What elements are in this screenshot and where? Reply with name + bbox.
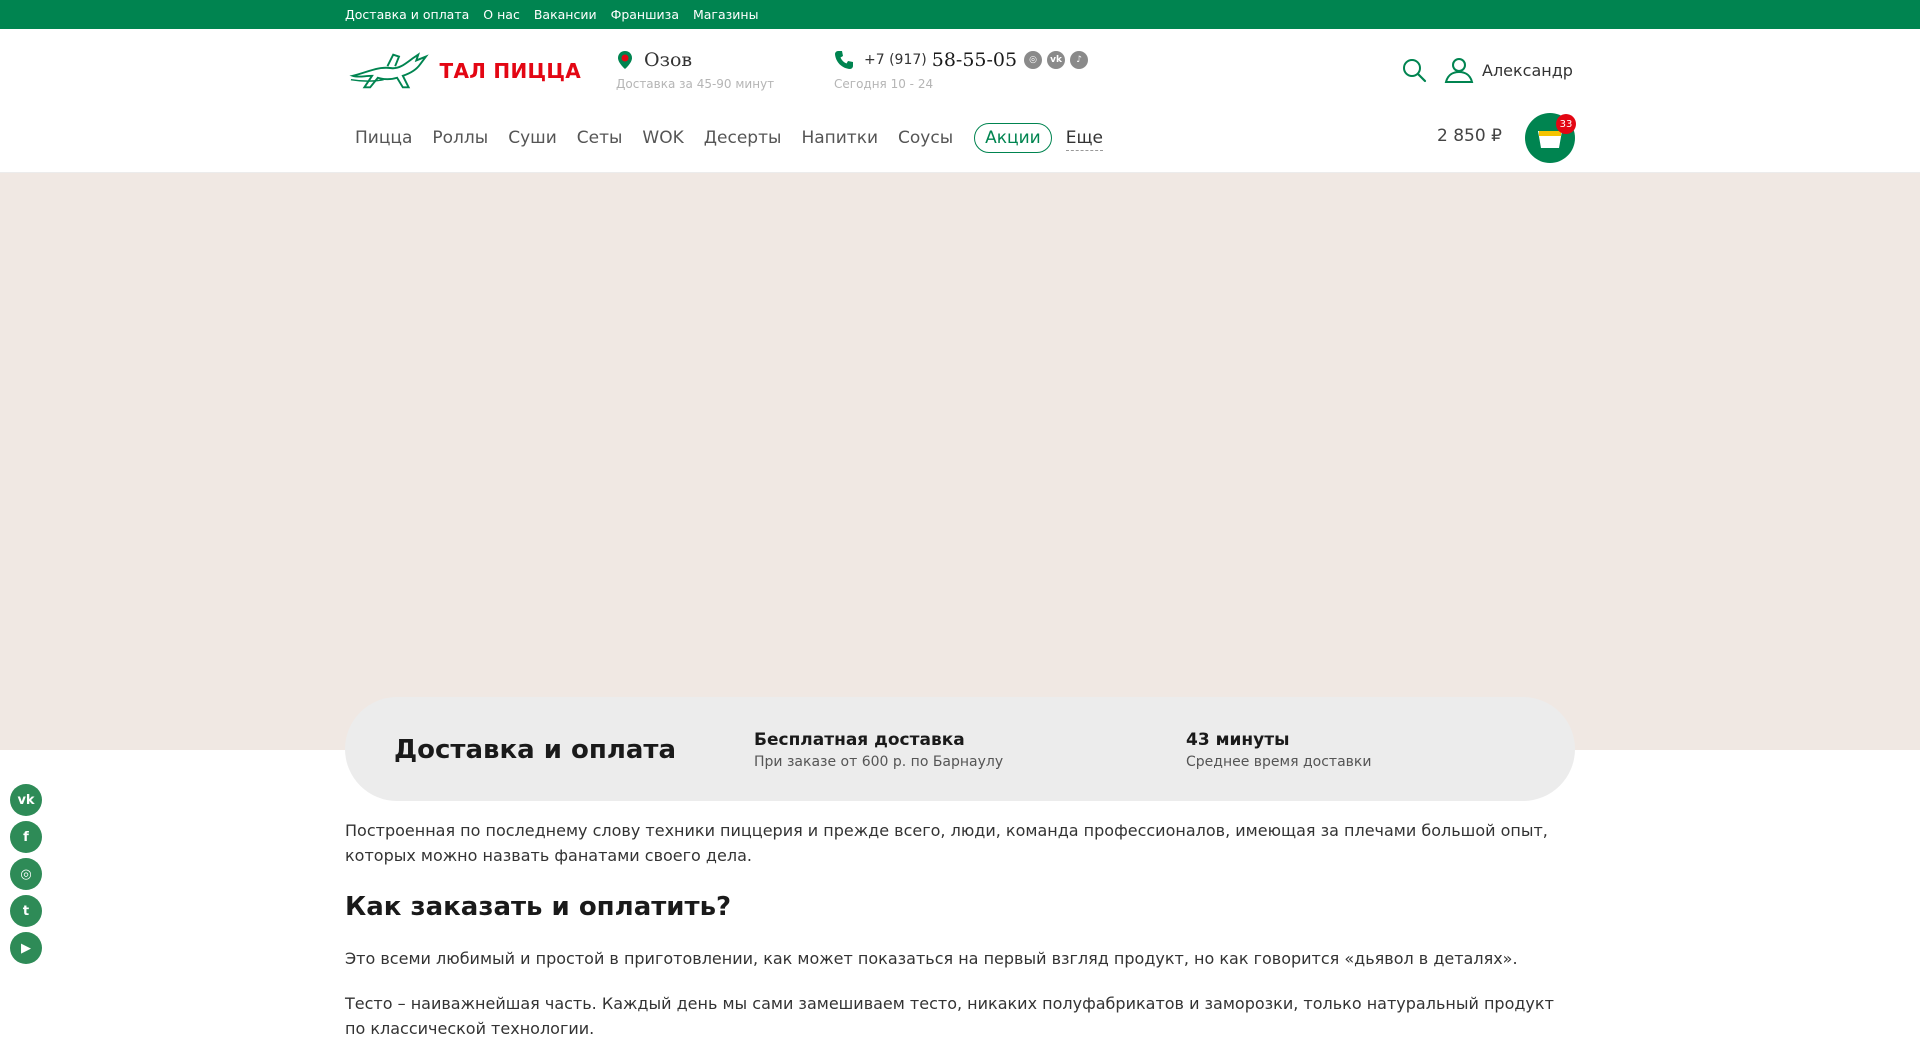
- top-link-franchise[interactable]: Франшиза: [611, 7, 679, 22]
- nav-item-desserts[interactable]: Десерты: [694, 122, 792, 154]
- city-name: Озов: [644, 49, 693, 71]
- page-content: Построенная по последнему слову техники …: [345, 818, 1575, 1061]
- free-delivery-block: Бесплатная доставка При заказе от 600 р.…: [754, 730, 1003, 770]
- nav-item-sushi[interactable]: Суши: [498, 122, 567, 154]
- floating-social-bar: vk f ◎ t ▶: [10, 784, 42, 969]
- twitter-icon[interactable]: t: [10, 895, 42, 927]
- nav-item-more[interactable]: Еще: [1056, 122, 1113, 154]
- vk-icon[interactable]: vk: [1047, 51, 1066, 69]
- delivery-time-heading: 43 минуты: [1186, 730, 1290, 750]
- top-link-stores[interactable]: Магазины: [693, 7, 759, 22]
- nav-item-sets[interactable]: Сеты: [567, 122, 633, 154]
- phone-icon: [835, 51, 853, 69]
- top-link-delivery[interactable]: Доставка и оплата: [345, 7, 469, 22]
- delivery-time-note: Доставка за 45-90 минут: [616, 77, 775, 91]
- nav-more-label: Еще: [1065, 128, 1103, 151]
- paragraph-2: Тесто – наиважнейшая часть. Каждый день …: [345, 994, 1554, 1038]
- cart-button[interactable]: 33: [1525, 113, 1576, 163]
- hero-banner: [0, 173, 1920, 750]
- nav-item-wok[interactable]: WOK: [632, 122, 693, 154]
- location-pin-icon: [618, 51, 632, 69]
- working-hours: Сегодня 10 - 24: [834, 77, 934, 91]
- intro-paragraph: Построенная по последнему слову техники …: [345, 821, 1548, 865]
- nav-item-promo[interactable]: Акции: [974, 123, 1052, 153]
- nav-item-sauces[interactable]: Соусы: [888, 122, 963, 154]
- search-button[interactable]: [1401, 57, 1427, 83]
- free-delivery-note: При заказе от 600 р. по Барнаулу: [754, 754, 1004, 770]
- delivery-info-card: Доставка и оплата Бесплатная доставка Пр…: [345, 697, 1575, 801]
- nav-item-rolls[interactable]: Роллы: [422, 122, 498, 154]
- top-bar: Доставка и оплата О нас Вакансии Франшиз…: [0, 0, 1920, 29]
- horse-rider-logo-icon: [349, 52, 429, 89]
- search-icon: [1403, 59, 1427, 83]
- vk-icon[interactable]: vk: [10, 784, 42, 816]
- user-icon: [1444, 58, 1474, 83]
- delivery-time-block: 43 минуты Среднее время доставки: [1186, 730, 1371, 770]
- phone-prefix: +7 (917): [864, 52, 927, 68]
- delivery-time-note-card: Среднее время доставки: [1186, 754, 1372, 770]
- instagram-icon[interactable]: ◎: [1024, 51, 1043, 69]
- page-title: Доставка и оплата: [394, 735, 677, 765]
- facebook-icon[interactable]: f: [10, 821, 42, 853]
- tiktok-icon[interactable]: ♪: [1070, 51, 1089, 69]
- nav-item-drinks[interactable]: Напитки: [791, 122, 888, 154]
- header-social-icons: ◎ vk ♪: [1019, 51, 1089, 69]
- city-selector[interactable]: Озов: [616, 49, 692, 71]
- cart-count-badge: 33: [1556, 114, 1576, 134]
- instagram-icon[interactable]: ◎: [10, 858, 42, 890]
- site-logo[interactable]: ТАЛ ПИЦЦА: [349, 46, 581, 96]
- section-heading: Как заказать и оплатить?: [345, 892, 732, 922]
- paragraph-1: Это всеми любимый и простой в приготовле…: [345, 949, 1518, 968]
- phone-number[interactable]: 58-55-05: [932, 49, 1017, 71]
- top-link-vacancies[interactable]: Вакансии: [534, 7, 597, 22]
- cart-total: 2 850 ₽: [1437, 126, 1502, 146]
- user-account[interactable]: Александр: [1444, 57, 1573, 83]
- logo-text: ТАЛ ПИЦЦА: [439, 59, 581, 83]
- top-links: Доставка и оплата О нас Вакансии Франшиз…: [345, 0, 772, 29]
- phone-block: +7 (917) 58-55-05 ◎ vk ♪: [834, 49, 1089, 71]
- nav-item-pizza[interactable]: Пицца: [345, 122, 422, 154]
- user-name: Александр: [1482, 60, 1573, 80]
- youtube-icon[interactable]: ▶: [10, 932, 42, 964]
- category-nav: Пицца Роллы Суши Сеты WOK Десерты Напитк…: [345, 122, 1113, 154]
- free-delivery-heading: Бесплатная доставка: [754, 730, 965, 750]
- top-link-about[interactable]: О нас: [483, 7, 520, 22]
